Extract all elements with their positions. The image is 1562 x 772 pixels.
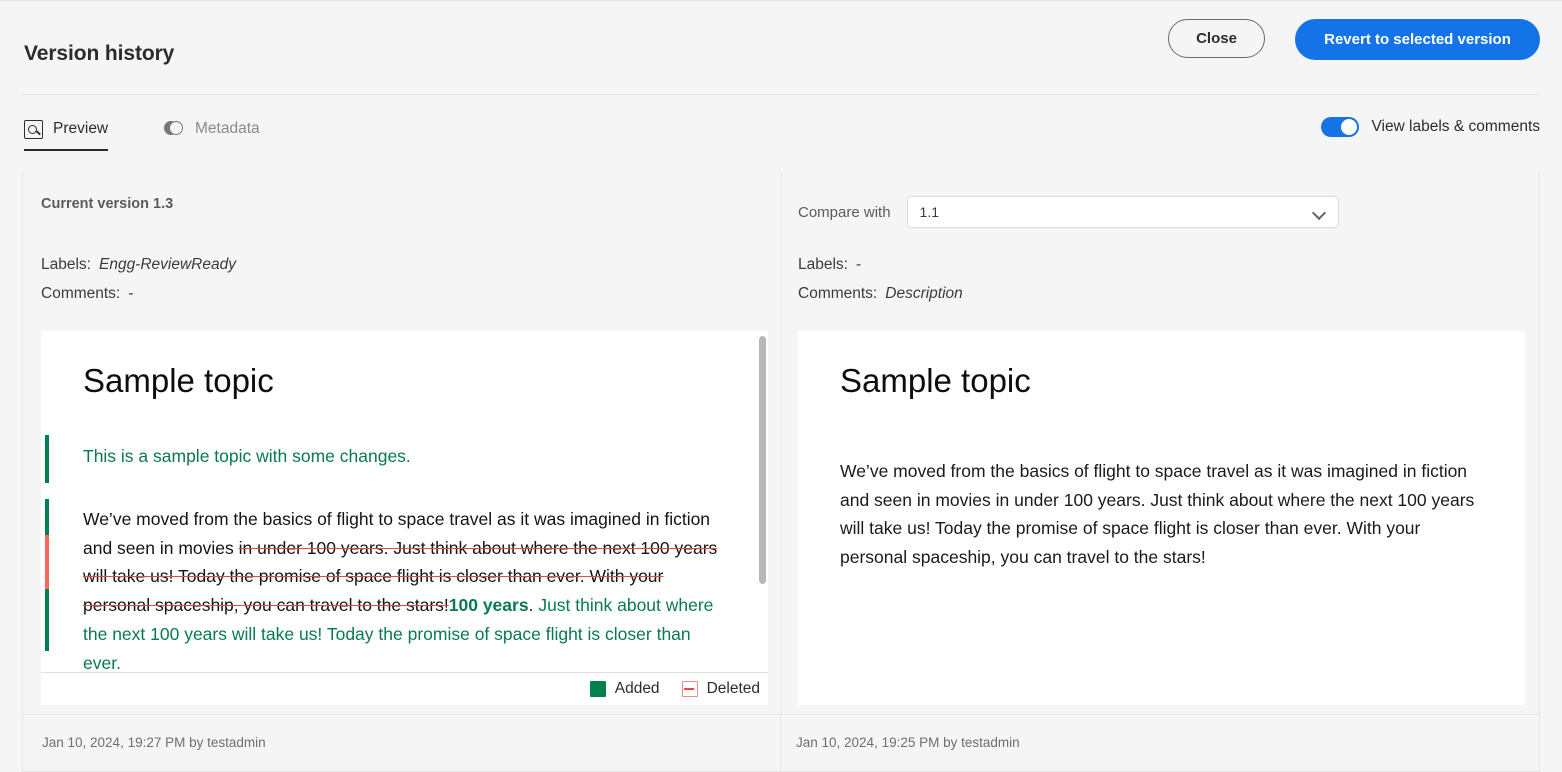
view-labels-comments-toggle[interactable]: View labels & comments bbox=[1321, 117, 1540, 137]
current-version-heading: Current version 1.3 bbox=[41, 196, 173, 212]
dialog-header: Version history Close Revert to selected… bbox=[22, 2, 1540, 95]
compare-with-label: Compare with bbox=[798, 203, 891, 221]
page-title: Version history bbox=[24, 42, 175, 65]
chevron-down-icon bbox=[1311, 205, 1326, 221]
right-doc-title: Sample topic bbox=[840, 362, 1031, 399]
toggle-switch[interactable] bbox=[1321, 117, 1360, 137]
right-labels-comments: Labels: - Comments: Description bbox=[798, 256, 963, 314]
compare-version-panel: Compare with 1.1 Labels: - Comments: Des… bbox=[781, 172, 1541, 715]
tab-active-underline bbox=[24, 148, 109, 151]
compare-version-select[interactable]: 1.1 bbox=[906, 196, 1339, 228]
right-comments-value: Description bbox=[885, 285, 963, 302]
metadata-icon bbox=[164, 119, 185, 140]
left-version-timestamp: Jan 10, 2024, 19:27 PM by testadmin bbox=[42, 735, 266, 750]
added-text-bold: 100 years bbox=[448, 595, 529, 616]
left-doc-title: Sample topic bbox=[83, 362, 274, 399]
left-document-preview: Sample topic This is a sample topic with… bbox=[41, 331, 768, 705]
legend-deleted: Deleted bbox=[681, 680, 760, 698]
current-version-label: Current version 1.3 bbox=[41, 196, 174, 212]
scrollbar-track[interactable] bbox=[756, 331, 768, 705]
revert-to-selected-version-button[interactable]: Revert to selected version bbox=[1295, 19, 1540, 60]
left-labels-row: Labels: Engg-ReviewReady bbox=[41, 256, 236, 285]
right-version-timestamp: Jan 10, 2024, 19:25 PM by testadmin bbox=[796, 735, 1020, 750]
left-comments-value: - bbox=[128, 285, 134, 302]
change-bar-added bbox=[45, 435, 49, 483]
close-button[interactable]: Close bbox=[1168, 19, 1265, 58]
right-comments-row: Comments: Description bbox=[798, 285, 963, 314]
compare-with-heading: Compare with 1.1 bbox=[798, 196, 1339, 228]
deleted-swatch-icon bbox=[681, 681, 698, 697]
preview-icon bbox=[24, 119, 43, 139]
tab-preview-label: Preview bbox=[53, 120, 109, 137]
footer-divider bbox=[780, 715, 781, 772]
tab-metadata[interactable]: Metadata bbox=[164, 105, 260, 153]
tab-metadata-label: Metadata bbox=[195, 120, 260, 137]
left-labels-key: Labels: bbox=[41, 256, 91, 273]
tab-bar: Preview Metadata View labels & comments bbox=[22, 95, 1540, 157]
legend-added-label: Added bbox=[614, 680, 660, 697]
legend-deleted-label: Deleted bbox=[706, 680, 760, 697]
legend-added: Added bbox=[589, 680, 660, 698]
current-version-panel: Current version 1.3 Labels: Engg-ReviewR… bbox=[23, 172, 780, 715]
tab-preview[interactable]: Preview bbox=[24, 105, 109, 153]
right-labels-value: - bbox=[855, 256, 862, 273]
left-comments-row: Comments: - bbox=[41, 285, 236, 314]
right-labels-key: Labels: bbox=[798, 256, 848, 273]
scrollbar-thumb[interactable] bbox=[758, 336, 766, 584]
change-bar-deleted bbox=[45, 535, 49, 589]
left-labels-value: Engg-ReviewReady bbox=[98, 256, 236, 273]
left-added-heading: This is a sample topic with some changes… bbox=[83, 446, 411, 466]
compare-version-value: 1.1 bbox=[919, 204, 940, 220]
change-bar-added bbox=[45, 589, 49, 651]
added-swatch-icon bbox=[589, 681, 606, 697]
version-history-dialog: Version history Close Revert to selected… bbox=[0, 0, 1562, 772]
right-comments-key: Comments: bbox=[798, 285, 878, 302]
toggle-label: View labels & comments bbox=[1371, 118, 1540, 135]
left-diff-body: We’ve moved from the basics of flight to… bbox=[83, 505, 723, 677]
change-bar-added bbox=[45, 499, 49, 535]
right-labels-row: Labels: - bbox=[798, 256, 963, 285]
dialog-footer: Jan 10, 2024, 19:27 PM by testadmin Jan … bbox=[22, 715, 1540, 772]
right-doc-body: We’ve moved from the basics of flight to… bbox=[840, 461, 1475, 568]
diff-legend: Added Deleted bbox=[41, 672, 768, 705]
comparison-panels: Current version 1.3 Labels: Engg-ReviewR… bbox=[22, 172, 1540, 715]
left-comments-key: Comments: bbox=[41, 285, 121, 302]
left-labels-comments: Labels: Engg-ReviewReady Comments: - bbox=[41, 256, 236, 314]
right-document-preview: Sample topic We’ve moved from the basics… bbox=[798, 331, 1525, 705]
